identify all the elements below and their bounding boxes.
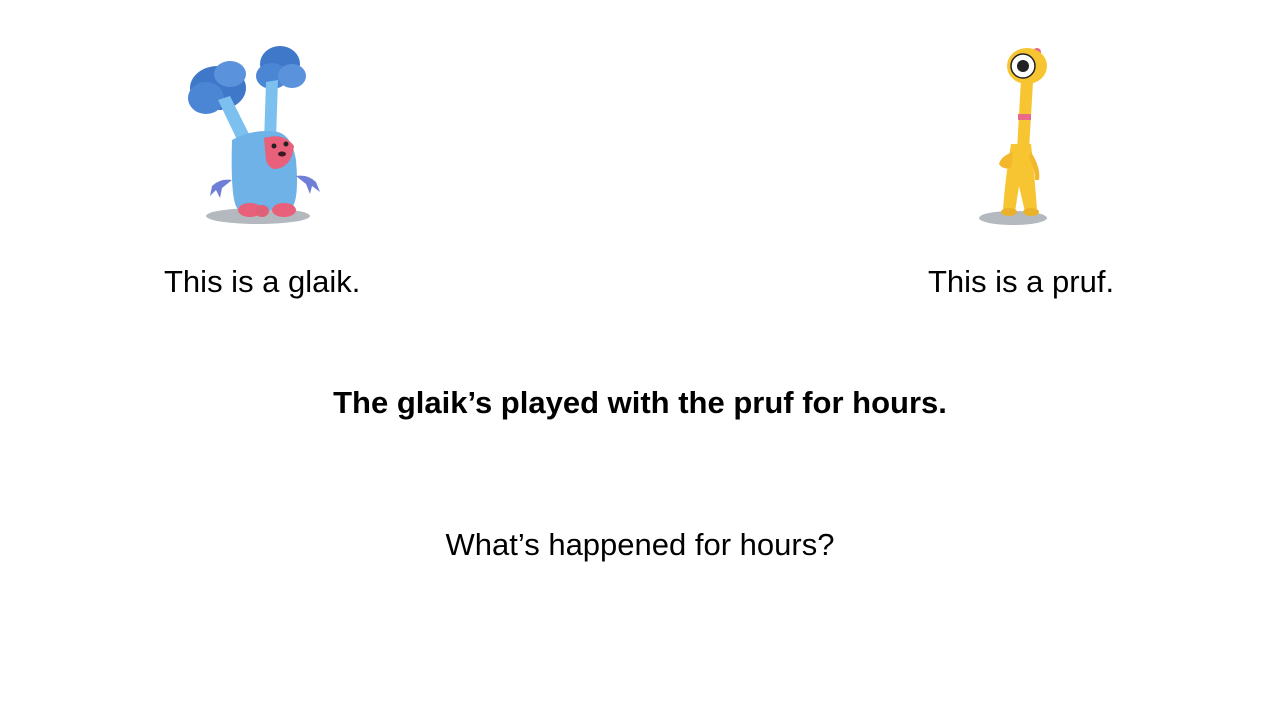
glaik-caption: This is a glaik. [164,264,361,299]
slide: This is a glaik. This is a pruf. The gla… [0,0,1280,720]
pruf-caption: This is a pruf. [928,264,1115,299]
question-prompt: What’s happened for hours? [445,527,835,562]
target-sentence: The glaik’s played with the pruf for hou… [333,385,947,420]
glaik-creature-icon [180,40,335,230]
pruf-creature-icon [965,40,1055,230]
